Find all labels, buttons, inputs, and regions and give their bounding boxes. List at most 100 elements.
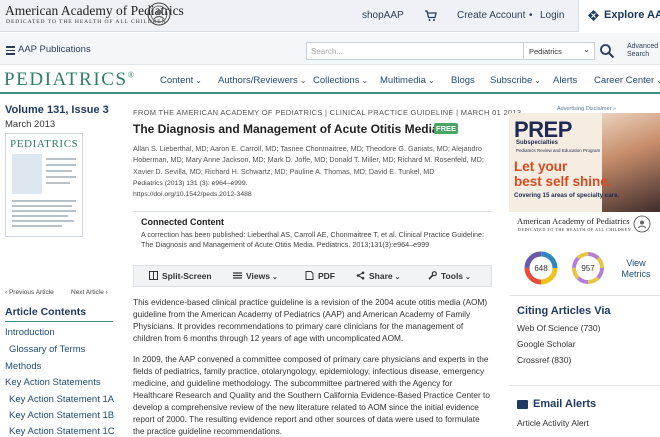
- separator-dot: •: [529, 10, 533, 21]
- nav-collections-label: Collections: [313, 75, 360, 86]
- cover-title: PEDIATRICS: [10, 138, 79, 150]
- article-kicker: FROM THE AMERICAN ACADEMY OF PEDIATRICS …: [133, 108, 522, 117]
- nav-blogs[interactable]: Blogs: [451, 75, 475, 86]
- nav-multimedia-label: Multimedia: [380, 75, 426, 86]
- envelope-icon: [517, 400, 528, 409]
- nav-alerts[interactable]: Alerts: [553, 75, 577, 86]
- nav-career-label: Career Center: [594, 75, 655, 86]
- author-list[interactable]: Allan S. Lieberthal, MD; Aaron E. Carrol…: [133, 143, 488, 177]
- cover-line: [46, 158, 76, 160]
- ad-brand-sub: Subspecialties Pediatrics Review and Educ…: [516, 140, 600, 155]
- toc-item-methods[interactable]: Methods: [5, 361, 41, 372]
- dimensions-badge-icon[interactable]: 957: [571, 251, 605, 285]
- dimensions-count: 957: [581, 264, 595, 273]
- tools-button[interactable]: Tools ⌄: [428, 271, 471, 281]
- share-icon: [356, 271, 365, 280]
- article-title: The Diagnosis and Management of Acute Ot…: [133, 122, 439, 136]
- cover-line: [12, 205, 72, 207]
- citing-web-of-science-link[interactable]: Web Of Science (730): [517, 323, 600, 333]
- chevron-down-icon: ⌄: [427, 76, 435, 85]
- search-input[interactable]: [306, 42, 524, 60]
- cover-line: [12, 225, 62, 227]
- registered-mark: ®: [127, 70, 134, 80]
- toc-item-kas-1b[interactable]: Key Action Statement 1B: [9, 410, 114, 421]
- tools-label: Tools: [441, 271, 464, 281]
- cover-line: [12, 200, 76, 202]
- citing-google-scholar-link[interactable]: Google Scholar: [517, 339, 576, 349]
- chevron-down-icon: ⌄: [299, 76, 307, 85]
- split-screen-button[interactable]: Split-Screen: [149, 271, 212, 281]
- nav-alerts-label: Alerts: [553, 75, 578, 86]
- split-screen-label: Split-Screen: [162, 271, 212, 281]
- toc-item-kas-1c[interactable]: Key Action Statement 1C: [9, 426, 115, 437]
- views-button[interactable]: Views ⌄: [233, 271, 278, 281]
- citing-articles-heading: Citing Articles Via: [517, 305, 611, 317]
- shop-aap-link[interactable]: shopAAP: [362, 10, 404, 21]
- split-screen-icon: [149, 271, 158, 280]
- nav-career-center[interactable]: Career Center ⌄: [594, 75, 660, 86]
- search-icon[interactable]: [599, 43, 615, 59]
- issue-volume-link[interactable]: Volume 131, Issue 3: [5, 104, 109, 116]
- chevron-down-icon: ⌄: [583, 45, 590, 54]
- view-metrics-link[interactable]: View Metrics: [621, 258, 651, 280]
- free-badge: FREE: [434, 123, 458, 134]
- site-topbar: American Academy of Pediatrics DEDICATED…: [0, 0, 660, 32]
- issue-cover-image[interactable]: PEDIATRICS: [5, 133, 83, 237]
- chevron-down-icon: ⌄: [465, 274, 471, 281]
- pediatrics-logo[interactable]: PEDIATRICS®: [4, 69, 134, 91]
- org-tagline: DEDICATED TO THE HEALTH OF ALL CHILDREN: [6, 19, 167, 25]
- toc-divider: [5, 321, 113, 322]
- views-label: Views: [246, 271, 270, 281]
- ad-org-name: American Academy of Pediatrics: [517, 216, 630, 226]
- explore-aap-button[interactable]: Explore AAP: [578, 0, 660, 32]
- cover-line: [12, 215, 68, 217]
- article-activity-alert-link[interactable]: Article Activity Alert: [517, 418, 589, 428]
- nav-collections[interactable]: Collections ⌄: [313, 75, 368, 86]
- journal-logo-text: PEDIATRICS: [4, 69, 128, 90]
- article-citation: Pediatrics (2013) 131 (3): e964–e999.: [133, 180, 248, 187]
- toc-item-key-action-statements[interactable]: Key Action Statements: [5, 377, 101, 388]
- share-label: Share: [369, 271, 393, 281]
- share-button[interactable]: Share ⌄: [356, 271, 401, 281]
- nav-authors-label: Authors/Reviewers: [218, 75, 298, 86]
- explore-aap-label: Explore AAP: [604, 9, 660, 21]
- menu-icon[interactable]: [6, 46, 15, 55]
- chevron-down-icon: ⌄: [195, 76, 202, 85]
- nav-multimedia[interactable]: Multimedia ⌄: [380, 75, 435, 86]
- cover-line: [12, 220, 74, 222]
- doi-link[interactable]: https://doi.org/10.1542/peds.2012-3488: [133, 191, 252, 198]
- abstract-paragraph: In 2009, the AAP convened a committee co…: [133, 354, 490, 436]
- nav-subscribe[interactable]: Subscribe ⌄: [490, 75, 541, 86]
- ad-org-tagline: DEDICATED TO THE HEALTH OF ALL CHILDREN: [518, 227, 632, 232]
- citing-crossref-link[interactable]: Crossref (830): [517, 355, 571, 365]
- advertising-disclaimer-link[interactable]: Advertising Disclaimer »: [557, 106, 616, 112]
- email-alerts-heading: Email Alerts: [533, 398, 597, 410]
- chevron-down-icon: ⌄: [394, 274, 401, 281]
- altmetric-badge-icon[interactable]: 648: [524, 251, 558, 285]
- toc-item-kas-1a[interactable]: Key Action Statement 1A: [9, 394, 114, 405]
- next-article-link[interactable]: Next Article ›: [71, 289, 108, 296]
- aap-publications-link[interactable]: AAP Publications: [18, 44, 91, 55]
- nav-authors-reviewers[interactable]: Authors/Reviewers ⌄: [218, 75, 306, 86]
- toc-item-glossary[interactable]: Glossary of Terms: [9, 344, 85, 355]
- views-icon: [233, 272, 242, 279]
- aap-seal-icon: [147, 2, 171, 26]
- search-scope-value: Pediatrics: [529, 47, 562, 56]
- pdf-button[interactable]: PDF: [305, 271, 335, 281]
- nav-content-label: Content: [160, 75, 194, 86]
- cart-icon[interactable]: [424, 9, 437, 22]
- previous-article-link[interactable]: ‹ Previous Article: [5, 289, 54, 296]
- advanced-search-link[interactable]: Advanced Search: [627, 43, 660, 59]
- cover-line: [12, 210, 76, 212]
- altmetric-score: 648: [534, 264, 548, 273]
- ad-headline-1: Let your: [514, 159, 568, 174]
- toc-item-introduction[interactable]: Introduction: [5, 327, 55, 338]
- create-account-link[interactable]: Create Account: [457, 10, 525, 21]
- search-scope-select[interactable]: Pediatrics ⌄: [523, 42, 595, 60]
- connected-content-body[interactable]: A correction has been published: Liebert…: [141, 230, 486, 250]
- nav-content[interactable]: Content ⌄: [160, 75, 202, 86]
- nav-blogs-label: Blogs: [451, 75, 475, 86]
- prep-advertisement[interactable]: PREP Subspecialties Pediatrics Review and…: [509, 113, 660, 238]
- chevron-down-icon: ⌄: [361, 76, 369, 85]
- login-link[interactable]: Login: [540, 10, 564, 21]
